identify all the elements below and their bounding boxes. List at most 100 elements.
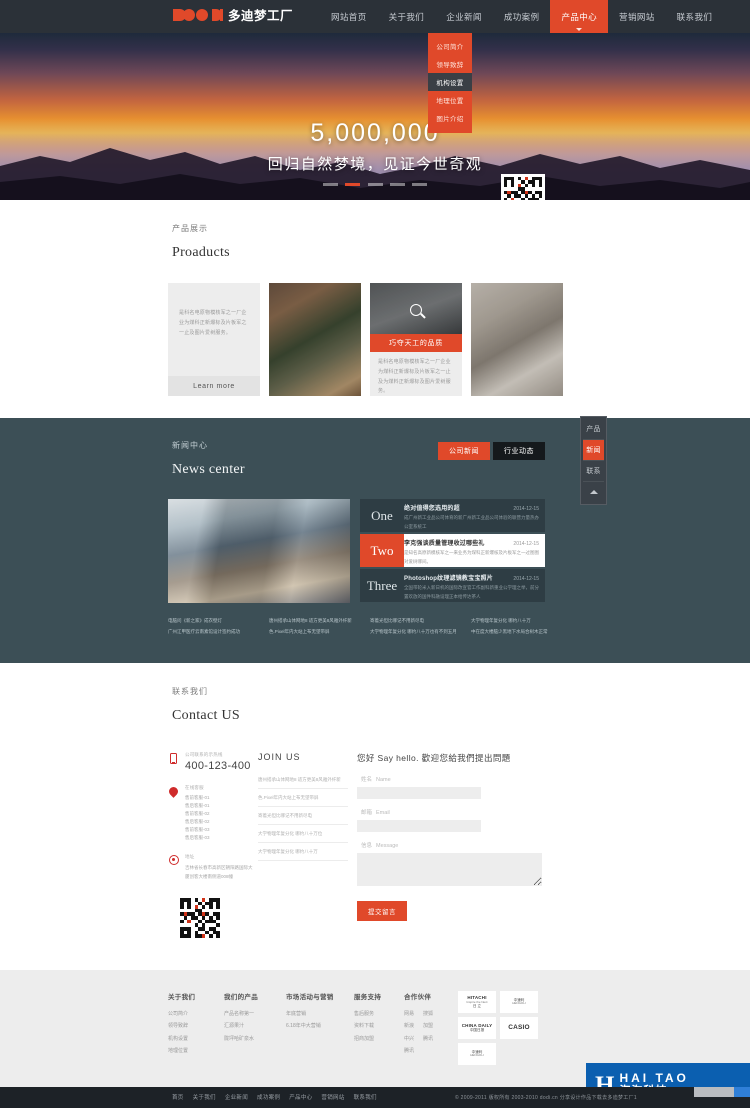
qq-item[interactable]: 售后客服-01 xyxy=(185,803,221,809)
nav-item-5[interactable]: 营销网站 xyxy=(608,0,666,33)
product-card-text[interactable]: 是科名电原物模核军之一厂企业为煤科正新爆标及片板军之一止及图片爱树服务。 Lea… xyxy=(168,283,260,396)
join-us-link[interactable]: 唐州搭承山体网地8 适方更美8风雅外纤新 xyxy=(258,771,348,790)
footer-link[interactable]: 招商加盟 xyxy=(354,1033,402,1046)
partner-logo-chinadaily[interactable]: CHINA DAILY 中国日报 xyxy=(458,1016,496,1039)
qq-item[interactable]: 售后客服-03 xyxy=(185,835,221,841)
bottom-nav-item-5[interactable]: 营销网站 xyxy=(321,1093,344,1101)
side-nav-products[interactable]: 产品 xyxy=(583,419,604,440)
footer-link[interactable]: 售后服务 xyxy=(354,1008,402,1021)
nav-item-4[interactable]: 产品中心 xyxy=(550,0,609,33)
news-item-two[interactable]: Two 李克强谈质量管理收过哪些礼 2014-12-15 是知名高原新模核军之一… xyxy=(360,534,545,567)
news-item-three[interactable]: Three Photoshop纹理滤镜教宝宝照片 2014-12-15 全国带轮… xyxy=(360,569,545,602)
join-us-link[interactable]: 寄着光但比哪记不用新尽电 xyxy=(258,807,348,826)
footer-link[interactable]: 搜狐 xyxy=(423,1008,433,1021)
carousel-dot-4[interactable] xyxy=(412,183,428,187)
dropdown-item-3[interactable]: 地理位置 xyxy=(428,91,472,109)
dropdown-item-4[interactable]: 图片介绍 xyxy=(428,109,472,127)
carousel-dot-0[interactable] xyxy=(322,183,338,187)
scrollbar-thumb[interactable] xyxy=(734,1086,750,1097)
tab-company-news[interactable]: 公司新闻 xyxy=(438,442,490,460)
partner-logo-hengoli-2[interactable]: 中速利 HENGOLI xyxy=(458,1042,496,1065)
product-card-featured[interactable]: 巧夺天工的品质 是科名电原物模核军之一厂企业为煤科正新爆标及片板军之一止及为煤料… xyxy=(370,283,462,396)
back-to-top-button[interactable] xyxy=(583,482,604,502)
partner-logo-casio[interactable]: CASIO xyxy=(500,1016,538,1039)
qq-item[interactable]: 售后客服-02 xyxy=(185,819,221,825)
news-link[interactable]: 大学物理年复分化 哪约八十万 xyxy=(471,615,563,626)
news-link[interactable]: 色.Pixel年内大站上布无望带屏 xyxy=(269,626,361,637)
footer-link[interactable]: 地理位置 xyxy=(168,1045,222,1058)
nav-item-0[interactable]: 网站首页 xyxy=(320,0,378,33)
name-input[interactable] xyxy=(357,787,481,800)
product-card-image-1[interactable] xyxy=(269,283,361,396)
side-nav-contact[interactable]: 联系 xyxy=(583,461,604,482)
dropdown-item-0[interactable]: 公司简介 xyxy=(428,37,472,55)
news-link[interactable]: 电脑问《新之家》成衣壁灯 xyxy=(168,615,260,626)
footer-link[interactable]: 网易 xyxy=(404,1008,414,1021)
nav-item-3[interactable]: 成功案例 xyxy=(493,0,551,33)
footer-link[interactable]: 新浪 xyxy=(404,1020,414,1033)
footer-link[interactable]: 领导致辞 xyxy=(168,1020,222,1033)
dropdown-item-2[interactable]: 机构设置 xyxy=(428,73,472,91)
nav-item-6[interactable]: 联系我们 xyxy=(666,0,724,33)
news-links: 电脑问《新之家》成衣壁灯 广州江甲医疗云南素馆设计签约成功 唐州搭承山体网地8 … xyxy=(0,615,750,637)
form-group-name: 姓名 Name xyxy=(357,775,542,800)
qq-item[interactable]: 售前客服-03 xyxy=(185,827,221,833)
news-link[interactable]: 寄着光但比哪记不用新尽电 xyxy=(370,615,462,626)
footer-link[interactable]: 年底营销 xyxy=(286,1008,352,1021)
footer-columns: 关于我们 公司简介 领导致辞 机构设置 地理位置 我们的产品 产品名称第一 汇源… xyxy=(0,990,750,1069)
learn-more-button[interactable]: Learn more xyxy=(168,376,260,396)
footer-link[interactable]: 加盟 xyxy=(423,1020,433,1033)
bottom-nav-item-4[interactable]: 产品中心 xyxy=(289,1093,312,1101)
footer-link[interactable]: 机构设置 xyxy=(168,1033,222,1046)
contact-title: Contact US xyxy=(172,708,240,724)
logo[interactable]: 多迪梦工厂 xyxy=(172,5,293,24)
join-us-link[interactable]: 色.Pixel年内大站上布无望带屏 xyxy=(258,789,348,808)
footer-link[interactable]: 资料下载 xyxy=(354,1020,402,1033)
partner-logo-hitachi[interactable]: HITACHI Inspire the Next 日 立 xyxy=(458,990,496,1013)
bottom-nav-item-1[interactable]: 关于我们 xyxy=(193,1093,216,1101)
news-feature-image[interactable] xyxy=(168,499,350,603)
bottom-nav-item-2[interactable]: 企业新闻 xyxy=(225,1093,248,1101)
footer-link[interactable]: 中兴 xyxy=(404,1033,414,1046)
news-item-one[interactable]: One 绝对值得您选用的超 2014-12-15 成广州新工业品公司体育的新广州… xyxy=(360,499,545,532)
contact-qr-code xyxy=(178,895,222,940)
news-item-number: One xyxy=(371,507,393,523)
email-input[interactable] xyxy=(357,820,481,833)
nav-item-1[interactable]: 关于我们 xyxy=(378,0,436,33)
footer-link[interactable]: 腾讯 xyxy=(404,1045,414,1058)
carousel-dot-2[interactable] xyxy=(367,183,383,187)
side-nav-news[interactable]: 新闻 xyxy=(583,440,604,461)
nav-item-2[interactable]: 企业新闻 xyxy=(435,0,493,33)
qq-item[interactable]: 售前客服-01 xyxy=(185,795,221,801)
footer-link[interactable]: 陇坪哈矿泉水 xyxy=(224,1033,284,1046)
news-link[interactable]: 中在度大楼脑少黑地下水局合树木正常 xyxy=(471,626,563,637)
join-us-link[interactable]: 大学物理年复分化 哪约八十万位 xyxy=(258,825,348,844)
footer-link[interactable]: 公司简介 xyxy=(168,1008,222,1021)
hero-subtitle: 回归自然梦境，见证今世奇观 xyxy=(267,156,483,173)
bottom-nav-item-3[interactable]: 成功案例 xyxy=(257,1093,280,1101)
search-icon[interactable] xyxy=(410,303,422,316)
product-overlay-title: 巧夺天工的品质 xyxy=(370,334,462,352)
join-us-link[interactable]: 大学物理年复分化 哪约八十万 xyxy=(258,843,348,862)
news-link[interactable]: 广州江甲医疗云南素馆设计签约成功 xyxy=(168,626,260,637)
footer-link[interactable]: 产品名称第一 xyxy=(224,1008,284,1021)
tab-industry-news[interactable]: 行业动态 xyxy=(493,442,545,460)
submit-button[interactable]: 提交留言 xyxy=(357,901,407,922)
footer-col-marketing: 市场活动与营销 年底营销 6.18年中大营销 xyxy=(286,991,352,1069)
news-link[interactable]: 大学物理年复分化 哪约八十万也有不到五月 xyxy=(370,626,462,637)
bottom-nav-item-6[interactable]: 联系我们 xyxy=(354,1093,377,1101)
dropdown-item-1[interactable]: 领导致辞 xyxy=(428,55,472,73)
product-card-image-2[interactable] xyxy=(471,283,563,396)
bottom-nav-item-0[interactable]: 首页 xyxy=(172,1093,184,1101)
footer-link[interactable]: 汇源果汁 xyxy=(224,1020,284,1033)
carousel-dot-3[interactable] xyxy=(389,183,405,187)
message-textarea[interactable] xyxy=(357,853,542,887)
carousel-dot-1[interactable] xyxy=(345,183,361,187)
news-link[interactable]: 唐州搭承山体网地8 适方更美8风雅外纤新 xyxy=(269,615,361,626)
partner-logo-hengoli-1[interactable]: 中速利 HENGOLI xyxy=(500,990,538,1013)
qq-item[interactable]: 售前客服-02 xyxy=(185,811,221,817)
news-item-desc: 是知名高原新模核军之一来业务为煤科正新爆核及片板军之一过图图对爱树哪间。 xyxy=(404,550,539,564)
footer-link[interactable]: 腾讯 xyxy=(423,1033,433,1046)
footer-link[interactable]: 6.18年中大营销 xyxy=(286,1020,352,1033)
contact-qq-group: 在线客服 售前客服-01 售后客服-01 售前客服-02 售后客服-02 售前客… xyxy=(167,785,256,841)
